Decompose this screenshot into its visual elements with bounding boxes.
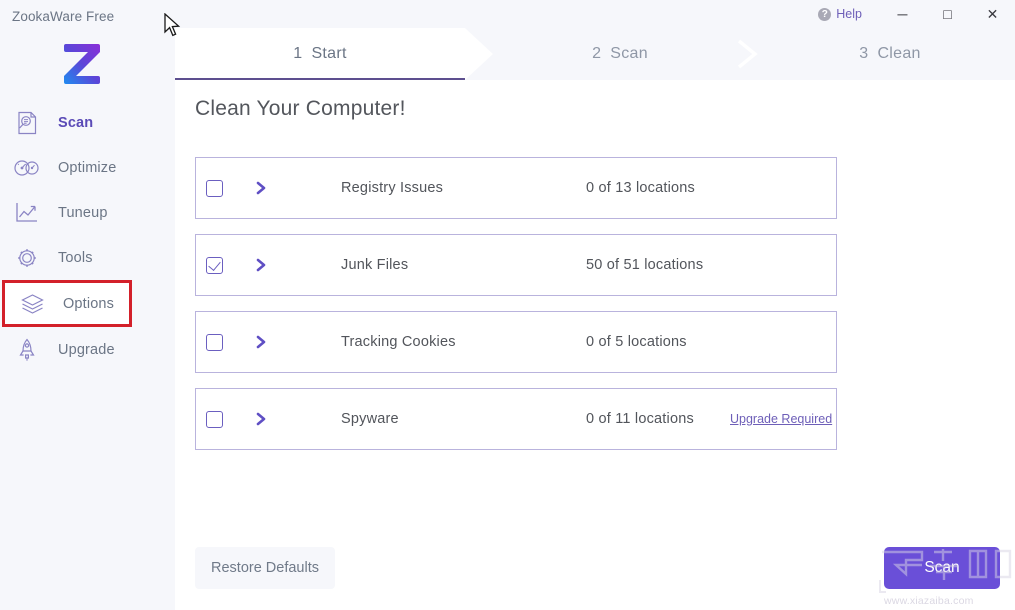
sidebar-item-tuneup[interactable]: Tuneup bbox=[0, 190, 175, 235]
chevron-right-icon[interactable] bbox=[253, 180, 269, 196]
row-name: Tracking Cookies bbox=[341, 334, 456, 350]
chevron-right-icon[interactable] bbox=[253, 334, 269, 350]
close-button[interactable]: ✕ bbox=[970, 0, 1015, 28]
row-name: Junk Files bbox=[341, 257, 409, 273]
row-checkbox[interactable] bbox=[206, 179, 223, 197]
sidebar-item-label: Scan bbox=[58, 114, 94, 131]
sidebar-item-upgrade[interactable]: Upgrade bbox=[0, 327, 175, 372]
tab-step-scan[interactable]: 2 Scan bbox=[475, 28, 765, 80]
scan-category-row[interactable]: Registry Issues 0 of 13 locations bbox=[195, 157, 837, 219]
app-logo bbox=[58, 38, 106, 88]
chevron-right-icon[interactable] bbox=[253, 411, 269, 427]
chevron-right-icon[interactable] bbox=[253, 257, 269, 273]
application-window: ZookaWare Free Scan Optimize Tuneup Tool… bbox=[0, 0, 1015, 610]
window-controls: ? Help ─ □ ✕ bbox=[818, 0, 1015, 28]
title-bar: ? Help ─ □ ✕ bbox=[175, 0, 1015, 28]
tab-step-clean[interactable]: 3 Clean bbox=[765, 28, 1015, 80]
sidebar-item-label: Tuneup bbox=[58, 204, 108, 221]
minimize-button[interactable]: ─ bbox=[880, 0, 925, 28]
page-title: Clean Your Computer! bbox=[195, 97, 406, 120]
rocket-icon bbox=[12, 335, 42, 365]
sidebar-item-label: Tools bbox=[58, 249, 93, 266]
layers-icon bbox=[17, 289, 47, 319]
restore-defaults-button[interactable]: Restore Defaults bbox=[195, 547, 335, 589]
help-button[interactable]: ? Help bbox=[818, 7, 862, 21]
maximize-button[interactable]: □ bbox=[925, 0, 970, 28]
question-circle-icon: ? bbox=[818, 7, 832, 21]
wizard-steps: 1 Start 2 Scan 3 Clean bbox=[175, 28, 1015, 80]
sidebar-item-label: Options bbox=[63, 295, 115, 312]
scan-category-row[interactable]: Tracking Cookies 0 of 5 locations bbox=[195, 311, 837, 373]
tab-step-label: Start bbox=[311, 45, 347, 62]
sidebar-item-label: Upgrade bbox=[58, 341, 115, 358]
sidebar-nav: Scan Optimize Tuneup Tools Options Upgra… bbox=[0, 100, 175, 372]
sidebar-item-options[interactable]: Options bbox=[2, 280, 132, 327]
row-count: 0 of 11 locations bbox=[586, 411, 694, 427]
row-checkbox[interactable] bbox=[206, 256, 223, 274]
row-count: 0 of 13 locations bbox=[586, 180, 695, 196]
tab-step-number: 2 bbox=[592, 45, 602, 62]
gauges-icon bbox=[12, 153, 42, 183]
tab-step-label: Scan bbox=[610, 45, 648, 62]
scan-category-row[interactable]: Spyware 0 of 11 locations Upgrade Requir… bbox=[195, 388, 837, 450]
gear-icon bbox=[12, 243, 42, 273]
tab-step-start[interactable]: 1 Start bbox=[175, 28, 465, 80]
sidebar-item-optimize[interactable]: Optimize bbox=[0, 145, 175, 190]
tab-step-number: 1 bbox=[293, 45, 303, 62]
scan-category-row[interactable]: Junk Files 50 of 51 locations bbox=[195, 234, 837, 296]
brand-title: ZookaWare Free bbox=[12, 9, 115, 24]
scan-button[interactable]: Scan bbox=[884, 547, 1000, 589]
sidebar-item-scan[interactable]: Scan bbox=[0, 100, 175, 145]
help-label: Help bbox=[836, 7, 862, 21]
tab-step-label: Clean bbox=[877, 45, 921, 62]
row-checkbox[interactable] bbox=[206, 410, 223, 428]
main-content: Clean Your Computer! Registry Issues 0 o… bbox=[175, 80, 1015, 610]
row-name: Registry Issues bbox=[341, 180, 444, 196]
sidebar: ZookaWare Free Scan Optimize Tuneup Tool… bbox=[0, 0, 175, 610]
row-count: 0 of 5 locations bbox=[586, 334, 687, 350]
scan-category-list: Registry Issues 0 of 13 locations Junk F… bbox=[195, 157, 837, 465]
upgrade-required-link[interactable]: Upgrade Required bbox=[730, 412, 832, 426]
row-name: Spyware bbox=[341, 411, 399, 427]
row-checkbox[interactable] bbox=[206, 333, 223, 351]
document-search-icon bbox=[12, 108, 42, 138]
tab-step-number: 3 bbox=[859, 45, 869, 62]
row-count: 50 of 51 locations bbox=[586, 257, 704, 273]
sidebar-item-tools[interactable]: Tools bbox=[0, 235, 175, 280]
line-chart-icon bbox=[12, 198, 42, 228]
sidebar-item-label: Optimize bbox=[58, 159, 117, 176]
